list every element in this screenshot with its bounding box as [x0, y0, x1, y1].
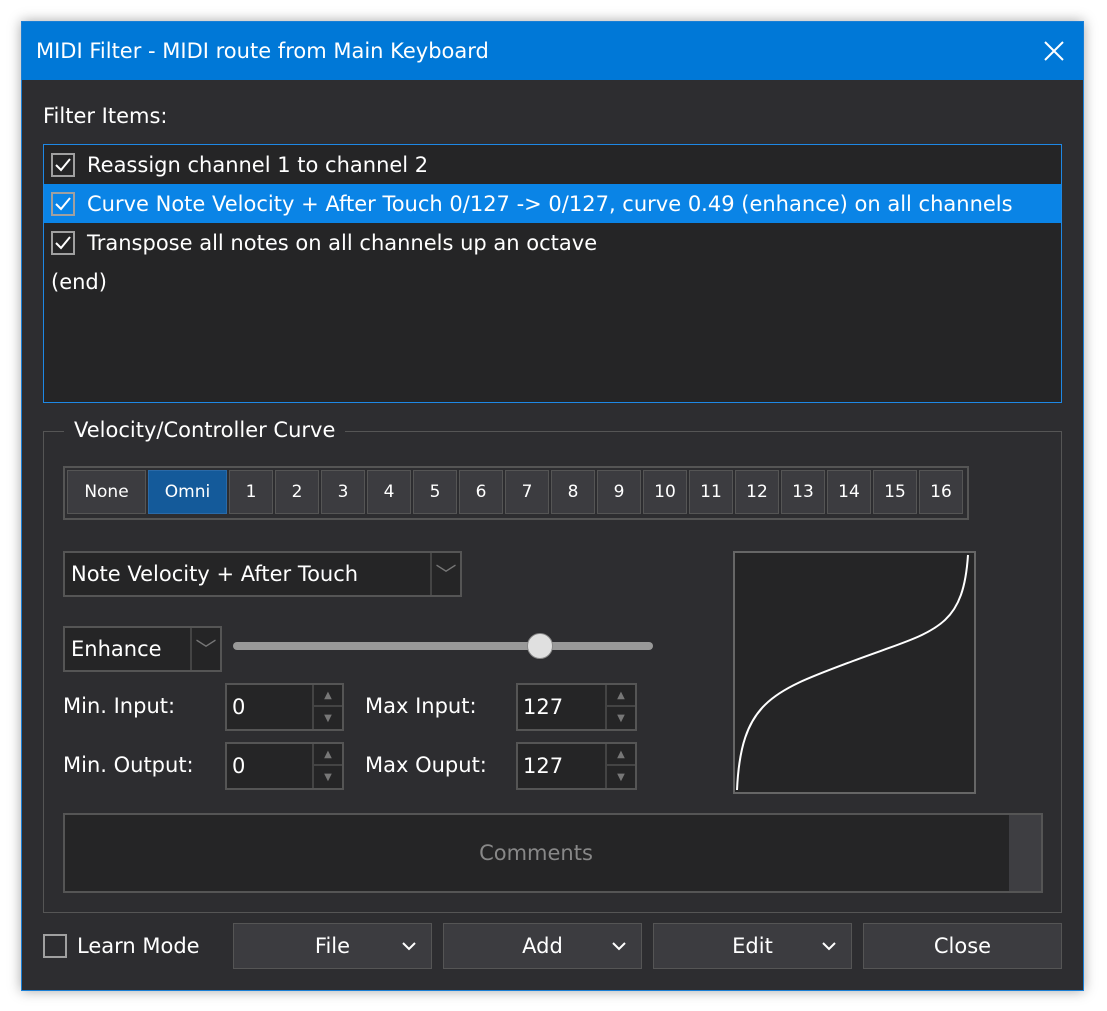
controller-value: Note Velocity + After Touch [71, 562, 359, 586]
curve-slider[interactable] [233, 633, 653, 659]
channel-button-2[interactable]: 2 [275, 470, 319, 514]
chevron-down-icon[interactable]: ﹀ [190, 628, 220, 670]
slider-thumb[interactable] [526, 633, 553, 659]
checkbox[interactable] [51, 230, 75, 255]
channel-button-13[interactable]: 13 [781, 470, 825, 514]
up-arrow-icon[interactable]: ▲ [314, 685, 342, 707]
channel-button-4[interactable]: 4 [367, 470, 411, 514]
max-input-value: 127 [523, 695, 564, 719]
min-input-spinbox[interactable]: 0 ▲ ▼ [225, 683, 344, 731]
min-input-label: Min. Input: [63, 694, 176, 718]
channel-button-omni[interactable]: Omni [148, 470, 227, 514]
comments-placeholder: Comments [479, 841, 593, 865]
channel-button-12[interactable]: 12 [735, 470, 779, 514]
filter-items-label: Filter Items: [43, 104, 168, 128]
controller-select[interactable]: Note Velocity + After Touch ﹀ [63, 551, 462, 597]
close-button[interactable]: Close [863, 923, 1062, 969]
up-arrow-icon[interactable]: ▲ [314, 744, 342, 766]
down-arrow-icon[interactable]: ▼ [607, 707, 635, 729]
add-label: Add [522, 934, 563, 958]
list-end-marker: (end) [51, 269, 107, 294]
max-output-spinbox[interactable]: 127 ▲ ▼ [516, 742, 637, 790]
filter-item[interactable]: Curve Note Velocity + After Touch 0/127 … [44, 184, 1061, 223]
file-label: File [314, 934, 351, 958]
filter-item-text: Reassign channel 1 to channel 2 [87, 152, 429, 177]
channel-button-1[interactable]: 1 [229, 470, 273, 514]
channel-button-7[interactable]: 7 [505, 470, 549, 514]
chevron-down-icon [822, 942, 836, 951]
down-arrow-icon[interactable]: ▼ [314, 766, 342, 788]
title-bar: MIDI Filter - MIDI route from Main Keybo… [22, 22, 1083, 80]
checkmark-icon [55, 196, 71, 210]
max-output-value: 127 [523, 754, 564, 778]
chevron-down-icon[interactable]: ﹀ [430, 553, 460, 595]
edit-label: Edit [732, 934, 773, 958]
chevron-down-icon [612, 942, 626, 951]
filter-item[interactable]: Transpose all notes on all channels up a… [44, 223, 1061, 262]
channel-button-8[interactable]: 8 [551, 470, 595, 514]
channel-button-5[interactable]: 5 [413, 470, 457, 514]
edit-menu-button[interactable]: Edit [653, 923, 852, 969]
channel-button-9[interactable]: 9 [597, 470, 641, 514]
down-arrow-icon[interactable]: ▼ [607, 766, 635, 788]
channel-button-3[interactable]: 3 [321, 470, 365, 514]
checkmark-icon [55, 235, 71, 249]
up-arrow-icon[interactable]: ▲ [607, 744, 635, 766]
filter-item[interactable]: Reassign channel 1 to channel 2 [44, 145, 1061, 184]
channel-selector: None Omni 1 2 3 4 5 6 7 8 9 10 11 12 13 14 15 16 [63, 466, 969, 520]
add-menu-button[interactable]: Add [443, 923, 642, 969]
channel-button-10[interactable]: 10 [643, 470, 687, 514]
max-input-label: Max Input: [365, 694, 477, 718]
file-menu-button[interactable]: File [233, 923, 432, 969]
checkbox[interactable] [51, 191, 75, 216]
channel-button-14[interactable]: 14 [827, 470, 871, 514]
up-arrow-icon[interactable]: ▲ [607, 685, 635, 707]
min-output-value: 0 [232, 754, 246, 778]
min-output-spinbox[interactable]: 0 ▲ ▼ [225, 742, 344, 790]
chevron-down-icon [402, 942, 416, 951]
close-icon[interactable] [1037, 34, 1071, 68]
curve-type-value: Enhance [71, 637, 162, 661]
channel-button-15[interactable]: 15 [873, 470, 917, 514]
channel-button-11[interactable]: 11 [689, 470, 733, 514]
down-arrow-icon[interactable]: ▼ [314, 707, 342, 729]
checkbox[interactable] [51, 152, 75, 177]
min-output-label: Min. Output: [63, 753, 194, 777]
filter-item-text: Curve Note Velocity + After Touch 0/127 … [87, 191, 1013, 216]
curve-group-legend: Velocity/Controller Curve [64, 418, 346, 442]
comments-field[interactable]: Comments [63, 813, 1043, 893]
curve-preview [733, 551, 976, 794]
learn-mode-checkbox[interactable]: Learn Mode [43, 934, 200, 958]
filter-item-text: Transpose all notes on all channels up a… [87, 230, 598, 255]
max-input-spinbox[interactable]: 127 ▲ ▼ [516, 683, 637, 731]
min-input-value: 0 [232, 695, 246, 719]
scrollbar[interactable] [1009, 815, 1041, 891]
channel-button-none[interactable]: None [67, 470, 146, 514]
channel-button-6[interactable]: 6 [459, 470, 503, 514]
checkmark-icon [55, 157, 71, 171]
channel-button-16[interactable]: 16 [919, 470, 963, 514]
curve-type-select[interactable]: Enhance ﹀ [63, 626, 222, 672]
learn-mode-label: Learn Mode [77, 934, 200, 958]
max-output-label: Max Ouput: [365, 753, 487, 777]
window-title: MIDI Filter - MIDI route from Main Keybo… [36, 39, 489, 63]
checkbox[interactable] [43, 934, 67, 958]
midi-filter-dialog: MIDI Filter - MIDI route from Main Keybo… [21, 21, 1084, 991]
filter-items-list[interactable]: Reassign channel 1 to channel 2 Curve Not… [43, 144, 1062, 403]
close-label: Close [933, 934, 992, 958]
